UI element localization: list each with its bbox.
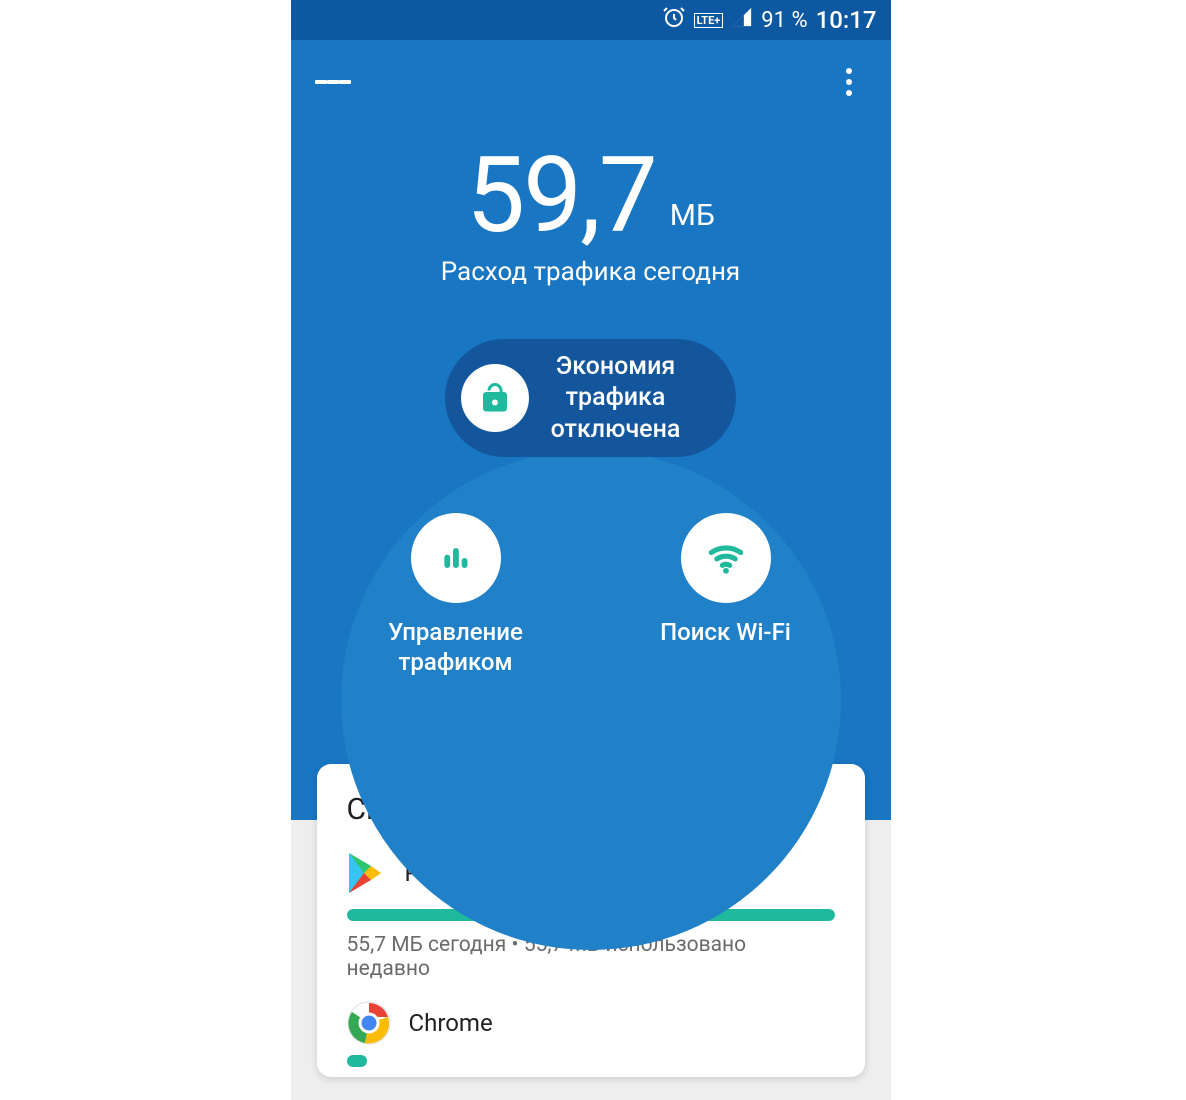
phone-frame: LTE+ 91 % 10:17 59,7 МБ Расход трафика с… xyxy=(291,0,891,1100)
usage-bar xyxy=(347,1055,367,1067)
find-wifi-button[interactable]: Поиск Wi-Fi xyxy=(616,513,836,677)
manage-traffic-label: Управление трафиком xyxy=(388,617,523,677)
action-row: Управление трафиком Поиск Wi-Fi xyxy=(291,513,891,677)
play-store-icon xyxy=(347,851,387,895)
chrome-icon xyxy=(347,1001,391,1045)
menu-icon[interactable] xyxy=(315,64,351,100)
data-saver-label: Экономия трафика отключена xyxy=(551,351,681,445)
usage-subtitle: Расход трафика сегодня xyxy=(441,257,740,287)
signal-icon xyxy=(731,6,753,34)
bars-icon xyxy=(411,513,501,603)
usage-summary: 59,7 МБ Расход трафика сегодня xyxy=(441,134,740,287)
wifi-icon xyxy=(681,513,771,603)
alarm-icon xyxy=(662,5,686,35)
unlock-icon xyxy=(461,364,529,432)
find-wifi-label: Поиск Wi-Fi xyxy=(660,617,791,647)
overflow-icon[interactable] xyxy=(831,64,867,100)
hero-panel: 59,7 МБ Расход трафика сегодня Экономия … xyxy=(291,40,891,820)
app-top-bar xyxy=(291,40,891,108)
manage-traffic-button[interactable]: Управление трафиком xyxy=(346,513,566,677)
data-saver-toggle[interactable]: Экономия трафика отключена xyxy=(445,339,737,457)
usage-value: 59,7 xyxy=(466,134,656,257)
status-bar: LTE+ 91 % 10:17 xyxy=(291,0,891,40)
app-name: Chrome xyxy=(409,1009,493,1037)
clock-text: 10:17 xyxy=(816,6,877,34)
app-usage-item[interactable]: Chrome xyxy=(347,1001,835,1067)
network-badge: LTE+ xyxy=(694,13,724,28)
battery-text: 91 % xyxy=(761,8,807,33)
usage-unit: МБ xyxy=(670,198,715,233)
